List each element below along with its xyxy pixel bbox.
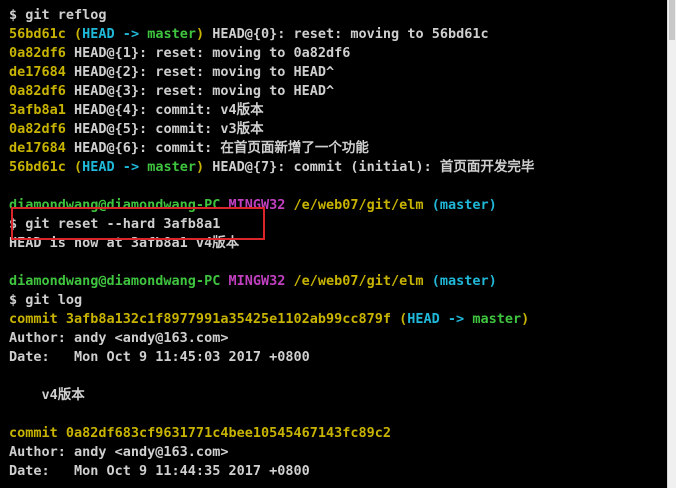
terminal-text-segment: 0a82df6 [9,45,66,61]
terminal-text-segment: commit 3afb8a132c1f8977991a35425e1102ab9… [9,311,392,327]
terminal-line: 56bd61c (HEAD -> master) HEAD@{7}: commi… [9,158,667,177]
vertical-scrollbar[interactable] [667,0,676,488]
terminal-text-segment: diamondwang@diamondwang-PC [9,197,221,213]
terminal-line: $ git log [9,291,667,310]
terminal-text-segment: HEAD -> [82,159,148,175]
terminal-text-segment: Author: andy <andy@163.com> [9,444,229,460]
terminal-line: $ git reset --hard 3afb8a1 [9,215,667,234]
terminal-text-segment: MINGW32 [228,273,286,289]
terminal-line: v4版本 [9,386,667,405]
terminal-text-segment: HEAD@{2}: reset: moving to HEAD^ [65,64,335,80]
terminal-text-segment: Date: Mon Oct 9 11:44:35 2017 +0800 [9,463,310,479]
terminal-text-segment: 0a82df6 [9,83,66,99]
terminal-output[interactable]: $ git reflog 56bd61c (HEAD -> master) HEA… [0,0,667,488]
terminal-text-segment: HEAD@{0}: reset: moving to 56bd61c [204,26,489,42]
terminal-text-segment: HEAD -> [82,26,148,42]
terminal-text-segment: ) [195,159,205,175]
terminal-text-segment: master [147,26,196,42]
terminal-line: $ git reflog [9,6,667,25]
terminal-line: de17684 HEAD@{6}: commit: 在首页面新增了一个功能 [9,139,667,158]
terminal-text-segment: /e/web07/git/elm [293,273,424,289]
terminal-line: Date: Mon Oct 9 11:44:35 2017 +0800 [9,462,667,481]
terminal-text-segment: $ git log [9,292,83,308]
terminal-text-segment: ( [391,311,408,327]
terminal-text-segment: HEAD@{5}: commit: v3版本 [65,121,264,137]
terminal-line: 0a82df6 HEAD@{1}: reset: moving to 0a82d… [9,44,667,63]
terminal-text-segment: ) [195,26,205,42]
terminal-line: diamondwang@diamondwang-PC MINGW32 /e/we… [9,272,667,291]
terminal-text-segment: diamondwang@diamondwang-PC [9,273,221,289]
scrollbar-thumb[interactable] [669,0,675,40]
terminal-text-segment: 3afb8a1 [9,102,66,118]
terminal-lines: $ git reflog 56bd61c (HEAD -> master) HEA… [9,6,667,488]
terminal-text-segment: 0a82df6 [9,121,66,137]
terminal-text-segment: ) [521,311,530,327]
terminal-text-segment: /e/web07/git/elm [293,197,424,213]
terminal-text-segment: (master) [423,197,497,213]
terminal-text-segment: HEAD@{6}: commit: 在首页面新增了一个功能 [65,140,369,156]
terminal-line: 3afb8a1 HEAD@{4}: commit: v4版本 [9,101,667,120]
terminal-text-segment: ( [65,26,83,42]
terminal-window: $ git reflog 56bd61c (HEAD -> master) HEA… [0,0,676,488]
terminal-text-segment: HEAD@{3}: reset: moving to HEAD^ [65,83,335,99]
terminal-line: de17684 HEAD@{2}: reset: moving to HEAD^ [9,63,667,82]
terminal-text-segment: HEAD@{7}: commit (initial): 首页面开发完毕 [204,159,535,175]
terminal-line: diamondwang@diamondwang-PC MINGW32 /e/we… [9,196,667,215]
terminal-text-segment: v4版本 [9,387,85,403]
terminal-line: HEAD is now at 3afb8a1 v4版本 [9,234,667,253]
terminal-text-segment: HEAD@{4}: commit: v4版本 [65,102,264,118]
terminal-text-segment: 56bd61c [9,159,66,175]
terminal-line: 56bd61c (HEAD -> master) HEAD@{0}: reset… [9,25,667,44]
terminal-text-segment: Author: andy <andy@163.com> [9,330,229,346]
terminal-text-segment: de17684 [9,64,66,80]
terminal-line: 0a82df6 HEAD@{3}: reset: moving to HEAD^ [9,82,667,101]
terminal-text-segment: $ git reset --hard 3afb8a1 [9,216,221,232]
terminal-text-segment: master [472,311,522,327]
terminal-text-segment: commit 0a82df683cf9631771c4bee1054546714… [9,425,392,441]
terminal-text-segment: HEAD@{1}: reset: moving to 0a82df6 [65,45,351,61]
terminal-text-segment: (master) [423,273,497,289]
terminal-text-segment: de17684 [9,140,66,156]
terminal-text-segment: 56bd61c [9,26,66,42]
terminal-text-segment: HEAD is now at 3afb8a1 v4版本 [9,235,240,251]
terminal-text-segment: HEAD -> [407,311,473,327]
terminal-line: Author: andy <andy@163.com> [9,329,667,348]
terminal-line: Date: Mon Oct 9 11:45:03 2017 +0800 [9,348,667,367]
terminal-text-segment: Date: Mon Oct 9 11:45:03 2017 +0800 [9,349,310,365]
terminal-text-segment: master [147,159,196,175]
terminal-line: Author: andy <andy@163.com> [9,443,667,462]
terminal-text-segment: $ git reflog [9,7,107,23]
terminal-line: commit 0a82df683cf9631771c4bee1054546714… [9,424,667,443]
terminal-line: commit 3afb8a132c1f8977991a35425e1102ab9… [9,310,667,329]
terminal-line: 0a82df6 HEAD@{5}: commit: v3版本 [9,120,667,139]
terminal-text-segment: MINGW32 [228,197,286,213]
terminal-text-segment: ( [65,159,83,175]
